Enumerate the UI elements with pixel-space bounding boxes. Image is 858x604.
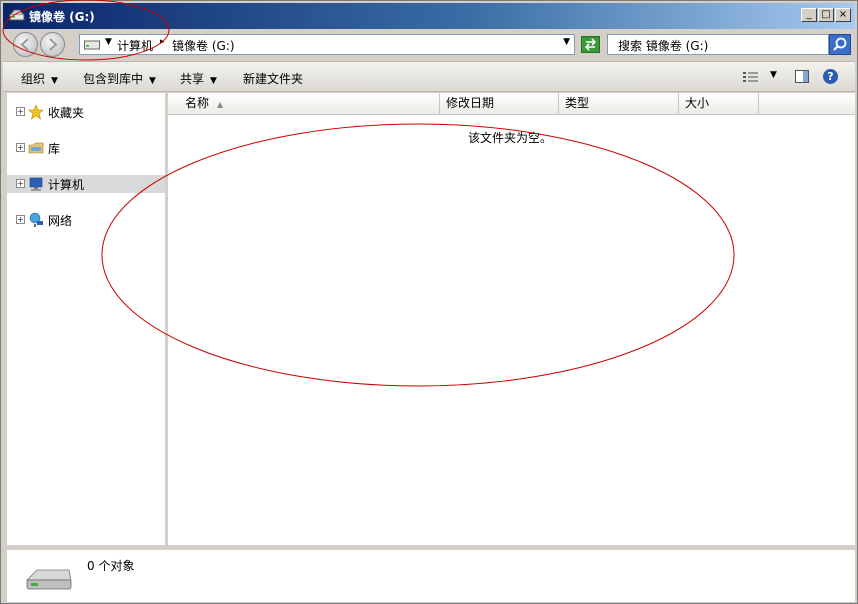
new-folder-button[interactable]: 新建文件夹: [243, 70, 303, 87]
breadcrumb-chevron-icon[interactable]: ▼: [105, 37, 112, 47]
sidebar-item-computer[interactable]: + 计算机: [7, 175, 165, 193]
breadcrumb-chevron-icon[interactable]: ▸: [160, 37, 165, 47]
view-options-dropdown-icon[interactable]: ▼: [770, 70, 777, 80]
search-input[interactable]: 搜索 镜像卷 (G:): [607, 34, 829, 55]
refresh-icon: [584, 38, 597, 51]
computer-icon: [29, 177, 43, 191]
maximize-button[interactable]: □: [818, 8, 834, 22]
empty-folder-message: 该文件夹为空。: [468, 131, 553, 145]
column-header-type[interactable]: 类型: [559, 93, 679, 114]
chevron-down-icon: ▼: [210, 76, 217, 86]
explorer-window: 镜像卷 (G:) _ □ × ▼ 计算机 ▸ 镜像卷 (G:) ▼ 搜索 镜像卷…: [0, 0, 858, 604]
include-in-library-label: 包含到库中: [83, 72, 144, 86]
forward-button[interactable]: [40, 32, 65, 57]
breadcrumb-computer[interactable]: 计算机: [117, 37, 153, 54]
column-header-size[interactable]: 大小: [679, 93, 759, 114]
view-options-icon[interactable]: [743, 71, 759, 83]
drive-icon: [84, 40, 100, 50]
sort-ascending-icon: ▲: [217, 100, 224, 109]
network-icon: [29, 212, 43, 227]
column-header-name[interactable]: 名称 ▲: [168, 93, 440, 114]
address-dropdown-icon[interactable]: ▼: [563, 37, 570, 47]
sidebar-item-label: 收藏夹: [48, 106, 85, 120]
sidebar-item-label: 网络: [48, 214, 73, 228]
title-bar[interactable]: 镜像卷 (G:) _ □ ×: [3, 3, 855, 29]
sidebar-item-favorites[interactable]: + 收藏夹: [7, 103, 165, 121]
help-icon[interactable]: ?: [823, 69, 838, 84]
library-icon: [28, 142, 44, 154]
star-icon: [28, 104, 44, 120]
search-button[interactable]: [829, 34, 851, 55]
sidebar-item-label: 库: [48, 142, 61, 156]
expand-icon[interactable]: +: [16, 179, 25, 188]
item-count: 0 个对象: [87, 559, 135, 573]
drive-icon: [26, 569, 72, 590]
breadcrumb-current-drive[interactable]: 镜像卷 (G:): [172, 37, 235, 54]
details-pane: 0 个对象: [7, 549, 855, 602]
organize-menu[interactable]: 组织 ▼: [21, 70, 58, 87]
chevron-down-icon: ▼: [51, 76, 58, 86]
sidebar-item-network[interactable]: + 网络: [7, 211, 165, 229]
drive-icon: [9, 9, 25, 21]
include-in-library-menu[interactable]: 包含到库中 ▼: [83, 70, 156, 87]
command-bar: 组织 ▼ 包含到库中 ▼ 共享 ▼ 新建文件夹 ▼ ?: [3, 61, 855, 92]
back-button[interactable]: [13, 32, 38, 57]
column-header-row: 名称 ▲ 修改日期 类型 大小: [168, 93, 855, 115]
sidebar-item-libraries[interactable]: + 库: [7, 139, 165, 157]
organize-label: 组织: [21, 72, 46, 86]
share-menu[interactable]: 共享 ▼: [180, 70, 217, 87]
address-bar[interactable]: ▼ 计算机 ▸ 镜像卷 (G:) ▼: [79, 34, 575, 55]
column-header-date[interactable]: 修改日期: [440, 93, 559, 114]
expand-icon[interactable]: +: [16, 215, 25, 224]
column-name-label: 名称: [185, 96, 210, 110]
preview-pane-icon[interactable]: [795, 70, 809, 83]
back-arrow-icon: [20, 38, 29, 51]
sidebar-item-label: 计算机: [48, 178, 85, 192]
address-row: ▼ 计算机 ▸ 镜像卷 (G:) ▼ 搜索 镜像卷 (G:): [3, 29, 855, 61]
expand-icon[interactable]: +: [16, 107, 25, 116]
file-list[interactable]: 名称 ▲ 修改日期 类型 大小 该文件夹为空。: [168, 93, 855, 545]
chevron-down-icon: ▼: [149, 76, 156, 86]
share-label: 共享: [180, 72, 205, 86]
minimize-button[interactable]: _: [801, 8, 817, 22]
search-icon: [833, 37, 847, 51]
navigation-pane: + 收藏夹 + 库 + 计算机 + 网络: [7, 93, 165, 545]
refresh-button[interactable]: [581, 36, 600, 53]
close-button[interactable]: ×: [835, 8, 851, 22]
search-placeholder: 搜索 镜像卷 (G:): [618, 39, 709, 53]
expand-icon[interactable]: +: [16, 143, 25, 152]
window-title: 镜像卷 (G:): [29, 10, 95, 24]
forward-arrow-icon: [49, 38, 58, 51]
